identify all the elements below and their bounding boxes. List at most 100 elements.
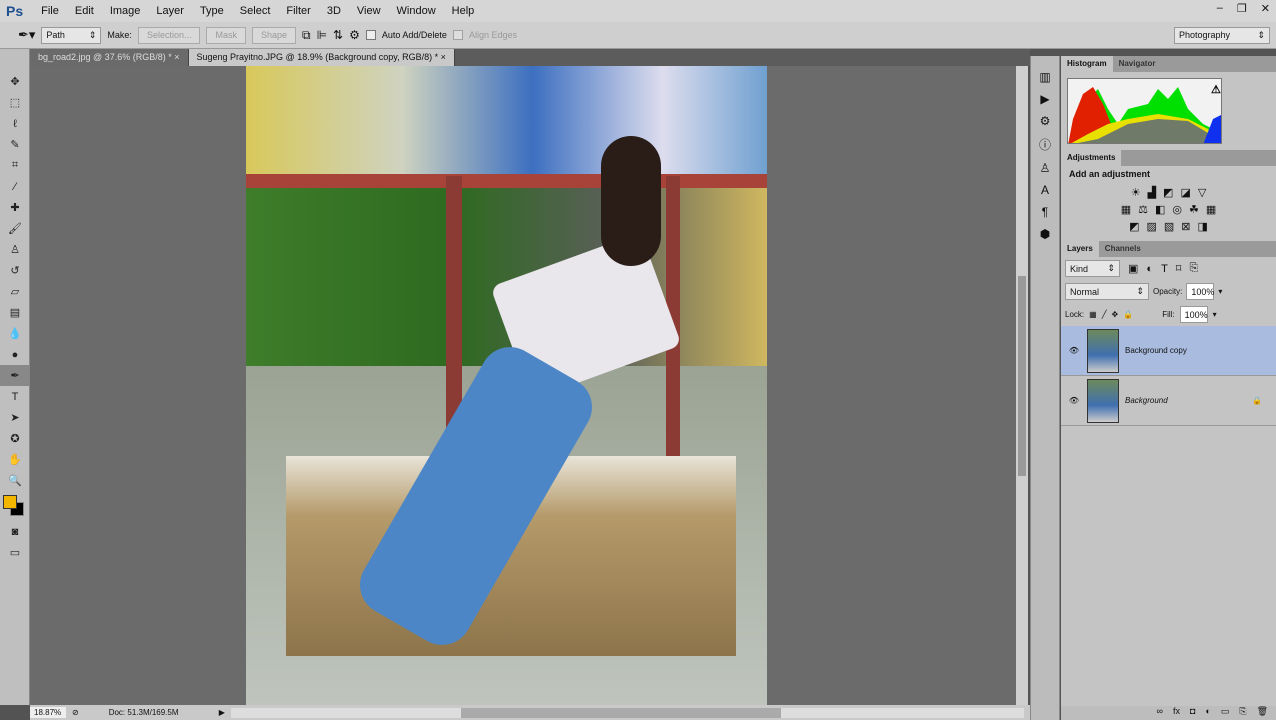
vibrance-icon[interactable]: ▽ [1198, 186, 1206, 199]
new-layer-icon[interactable]: ⎘ [1239, 706, 1246, 720]
new-group-icon[interactable]: ▭ [1221, 706, 1230, 720]
tab-sugeng-prayitno[interactable]: Sugeng Prayitno.JPG @ 18.9% (Background … [188, 49, 455, 66]
lock-transparent-icon[interactable]: ▦ [1089, 310, 1097, 319]
healing-brush-tool-icon[interactable]: ✚ [0, 197, 30, 218]
photo-filter-icon[interactable]: ◎ [1172, 203, 1182, 216]
marquee-tool-icon[interactable]: ⬚ [0, 92, 30, 113]
lock-image-icon[interactable]: ╱ [1102, 310, 1107, 319]
actions-play-icon[interactable]: ▶ [1040, 92, 1049, 106]
shape-tool-icon[interactable]: ✪ [0, 428, 30, 449]
document-image[interactable] [246, 66, 767, 705]
tab-channels[interactable]: Channels [1099, 241, 1147, 257]
tab-layers[interactable]: Layers [1061, 241, 1099, 257]
exposure-icon[interactable]: ◪ [1180, 186, 1190, 199]
horizontal-scrollbar[interactable] [230, 707, 1024, 718]
lock-all-icon[interactable]: 🔒 [1123, 310, 1133, 319]
shape-button[interactable]: Shape [251, 26, 297, 44]
filter-shape-icon[interactable]: ⌑ [1176, 262, 1182, 275]
tab-bg-road2[interactable]: bg_road2.jpg @ 37.6% (RGB/8) * × [30, 49, 189, 66]
zoom-tool-icon[interactable]: 🔍 [0, 470, 30, 491]
fill-dropdown[interactable]: ▾ [1213, 310, 1217, 319]
menu-window[interactable]: Window [389, 5, 444, 17]
workspace-select[interactable]: Photography ⇕ [1174, 26, 1270, 44]
dodge-tool-icon[interactable]: ● [0, 344, 30, 365]
color-balance-icon[interactable]: ⚖ [1138, 203, 1148, 216]
menu-type[interactable]: Type [192, 5, 232, 17]
quick-select-tool-icon[interactable]: ✎ [0, 134, 30, 155]
menu-image[interactable]: Image [102, 5, 149, 17]
menu-edit[interactable]: Edit [67, 5, 102, 17]
restore-button[interactable]: ❐ [1237, 2, 1247, 15]
clone-source-icon[interactable]: ♙ [1040, 161, 1051, 175]
fill-input[interactable]: 100% [1179, 306, 1208, 323]
black-white-icon[interactable]: ◧ [1155, 203, 1165, 216]
menu-select[interactable]: Select [232, 5, 279, 17]
link-layers-icon[interactable]: ∞ [1157, 706, 1163, 720]
close-tab-icon[interactable]: × [174, 52, 179, 62]
layer-name[interactable]: Background [1125, 396, 1252, 405]
layer-filter-select[interactable]: Kind ⇕ [1065, 260, 1120, 277]
layer-row-background-copy[interactable]: 👁 Background copy [1061, 326, 1276, 376]
auto-add-delete-checkbox[interactable] [365, 30, 376, 40]
menu-3d[interactable]: 3D [319, 5, 349, 17]
invert-icon[interactable]: ◩ [1129, 220, 1139, 233]
menu-help[interactable]: Help [444, 5, 483, 17]
gear-icon[interactable]: ⚙ [349, 28, 360, 42]
character-icon[interactable]: A [1041, 183, 1049, 197]
menu-view[interactable]: View [349, 5, 389, 17]
lock-position-icon[interactable]: ✥ [1112, 310, 1119, 319]
curves-icon[interactable]: ◩ [1163, 186, 1173, 199]
properties-icon[interactable]: ⚙ [1040, 114, 1051, 128]
hand-tool-icon[interactable]: ✋ [0, 449, 30, 470]
lasso-tool-icon[interactable]: ℓ [0, 113, 30, 134]
filter-adjustment-icon[interactable]: ◐ [1146, 263, 1153, 275]
close-tab-icon[interactable]: × [441, 52, 446, 62]
path-arrangement-icon[interactable]: ⇅ [333, 28, 343, 42]
crop-tool-icon[interactable]: ⌗ [0, 155, 30, 176]
quick-mask-icon[interactable]: ◙ [0, 521, 30, 542]
visibility-eye-icon[interactable]: 👁 [1061, 396, 1087, 405]
gradient-map-icon[interactable]: ◨ [1198, 220, 1208, 233]
close-button[interactable]: ✕ [1261, 2, 1270, 15]
filter-smart-object-icon[interactable]: ⎘ [1189, 262, 1198, 275]
filter-type-icon[interactable]: T [1161, 263, 1168, 275]
3d-cube-icon[interactable]: ⬢ [1040, 227, 1050, 241]
layer-name[interactable]: Background copy [1125, 346, 1187, 355]
history-icon[interactable]: ▥ [1039, 70, 1050, 84]
path-operations-icon[interactable]: ⧉ [302, 28, 311, 43]
mask-button[interactable]: Mask [206, 26, 246, 44]
threshold-icon[interactable]: ▧ [1164, 220, 1174, 233]
eraser-tool-icon[interactable]: ▱ [0, 281, 30, 302]
layer-row-background[interactable]: 👁 Background 🔒 [1061, 376, 1276, 426]
color-swatches[interactable] [0, 491, 29, 521]
type-tool-icon[interactable]: T [0, 386, 30, 407]
levels-icon[interactable]: ▟ [1148, 186, 1156, 199]
foreground-color-swatch[interactable] [3, 495, 17, 509]
delete-layer-icon[interactable]: 🗑 [1257, 706, 1268, 720]
gradient-tool-icon[interactable]: ▤ [0, 302, 30, 323]
menu-filter[interactable]: Filter [278, 5, 318, 17]
brightness-contrast-icon[interactable]: ☀ [1131, 186, 1141, 199]
brush-tool-icon[interactable]: 🖌 [0, 218, 30, 239]
filter-pixel-icon[interactable]: ▣ [1128, 262, 1138, 275]
screen-mode-icon[interactable]: ▭ [0, 542, 30, 563]
paragraph-icon[interactable]: ¶ [1042, 205, 1048, 219]
opacity-input[interactable]: 100% [1186, 283, 1214, 300]
zoom-level[interactable]: 18.87% [30, 707, 66, 718]
align-edges-checkbox[interactable] [452, 30, 463, 40]
eyedropper-tool-icon[interactable]: ⁄ [0, 176, 30, 197]
clone-stamp-tool-icon[interactable]: ♙ [0, 239, 30, 260]
status-menu-arrow[interactable]: ▶ [219, 708, 225, 717]
minimize-button[interactable]: – [1217, 2, 1223, 15]
path-mode-select[interactable]: Path ⇕ [41, 26, 102, 44]
blend-mode-select[interactable]: Normal ⇕ [1065, 283, 1149, 300]
pen-tool-icon[interactable]: ✒ [0, 365, 30, 386]
opacity-dropdown[interactable]: ▾ [1218, 287, 1222, 296]
pen-tool-preset-icon[interactable]: ✒▾ [18, 27, 35, 43]
hue-saturation-icon[interactable]: ▦ [1121, 203, 1131, 216]
visibility-eye-icon[interactable]: 👁 [1061, 346, 1087, 355]
blur-tool-icon[interactable]: 💧 [0, 323, 30, 344]
new-adjustment-icon[interactable]: ◐ [1205, 706, 1210, 720]
vertical-scrollbar[interactable] [1016, 66, 1028, 705]
history-brush-tool-icon[interactable]: ↺ [0, 260, 30, 281]
